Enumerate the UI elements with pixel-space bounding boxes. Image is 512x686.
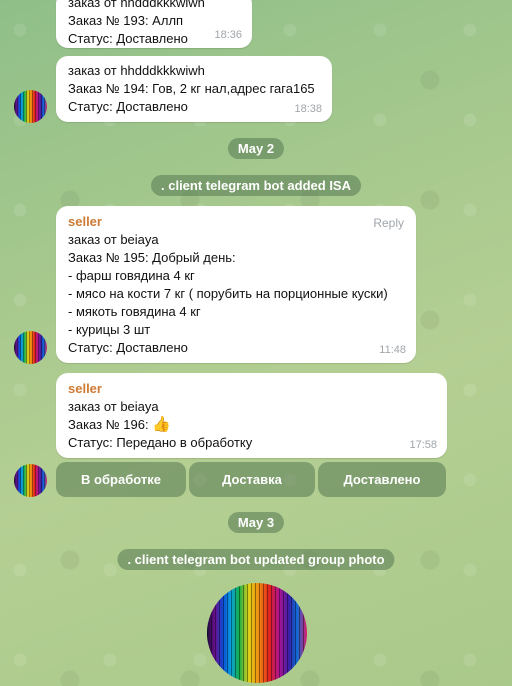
sender-avatar[interactable] bbox=[14, 90, 47, 123]
group-photo-image[interactable] bbox=[207, 583, 307, 683]
inline-button-delivered[interactable]: Доставлено bbox=[318, 462, 446, 497]
date-separator: May 2 bbox=[227, 138, 285, 159]
message-line: заказ от beiaya bbox=[68, 232, 159, 247]
message-line: - курицы 3 шт bbox=[68, 322, 151, 337]
inline-button-processing[interactable]: В обработке bbox=[56, 462, 186, 497]
message-line: Заказ № 196: bbox=[68, 417, 149, 432]
sender-avatar[interactable] bbox=[14, 331, 47, 364]
message-line: - мясо на кости 7 кг ( порубить на порци… bbox=[68, 286, 388, 301]
sender-avatar[interactable] bbox=[14, 464, 47, 497]
service-message: . client telegram bot updated group phot… bbox=[117, 549, 395, 570]
message-bubble[interactable]: seller заказ от beiaya Заказ № 195: Добр… bbox=[56, 206, 416, 363]
inline-button-delivery[interactable]: Доставка bbox=[189, 462, 315, 497]
service-message: . client telegram bot added ISA bbox=[151, 175, 361, 196]
message-line-with-emoji: Заказ № 196: 👍 bbox=[68, 416, 447, 434]
message-line: Заказ № 195: Добрый день: bbox=[68, 250, 236, 265]
message-time: 17:58 bbox=[409, 439, 437, 451]
reply-button[interactable]: Reply bbox=[373, 214, 404, 232]
message-line: Статус: Доставлено bbox=[68, 340, 188, 355]
thumbs-up-icon: 👍 bbox=[152, 416, 171, 433]
message-bubble[interactable]: seller заказ от beiaya Заказ № 196: 👍 Ст… bbox=[56, 373, 447, 458]
date-separator: May 3 bbox=[227, 512, 285, 533]
chat-area: заказ от hhdddkkkwiwh Заказ № 193: Аллп … bbox=[0, 0, 512, 686]
message-line: - фарш говядина 4 кг bbox=[68, 268, 195, 283]
message-time: 18:36 bbox=[214, 29, 242, 41]
sender-name[interactable]: seller bbox=[68, 213, 416, 231]
message-line: заказ от hhdddkkkwiwh bbox=[68, 0, 205, 10]
sender-name[interactable]: seller bbox=[68, 380, 447, 398]
message-time: 18:38 bbox=[294, 103, 322, 115]
message-line: - мякоть говядина 4 кг bbox=[68, 304, 201, 319]
message-bubble[interactable]: заказ от hhdddkkkwiwh Заказ № 193: Аллп … bbox=[56, 0, 252, 48]
message-line: заказ от hhdddkkkwiwh bbox=[68, 63, 205, 78]
message-line: Статус: Передано в обработку bbox=[68, 435, 253, 450]
message-line: Статус: Доставлено bbox=[68, 99, 188, 114]
message-time: 11:48 bbox=[379, 344, 406, 356]
message-bubble[interactable]: заказ от hhdddkkkwiwh Заказ № 194: Гов, … bbox=[56, 56, 332, 122]
message-line: Заказ № 194: Гов, 2 кг нал,адрес гага165 bbox=[68, 81, 315, 96]
message-line: заказ от beiaya bbox=[68, 399, 159, 414]
